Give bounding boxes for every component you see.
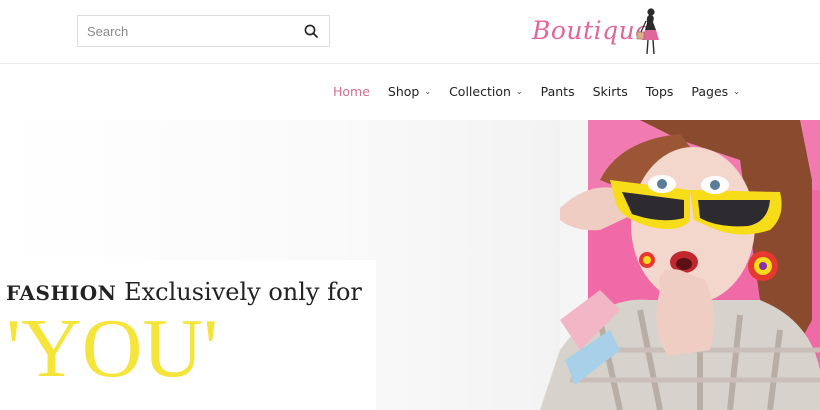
nav-item-pages[interactable]: Pages ⌄ <box>691 84 739 99</box>
hero-headline: 'YOU' <box>6 302 219 395</box>
hero-caption: FASHION Exclusively only for 'YOU' <box>0 260 376 410</box>
nav-item-tops[interactable]: Tops <box>646 84 674 99</box>
nav-item-label: Skirts <box>592 84 628 99</box>
chevron-down-icon: ⌄ <box>733 87 740 96</box>
nav-item-collection[interactable]: Collection ⌄ <box>449 84 523 99</box>
nav-item-label: Shop <box>387 84 420 99</box>
nav-item-shop[interactable]: Shop ⌄ <box>388 84 431 99</box>
chevron-down-icon: ⌄ <box>515 87 523 96</box>
nav-list: Home Shop ⌄ Collection ⌄ Pants Skirts Tops Pages… <box>333 84 758 99</box>
nav-item-home[interactable]: Home <box>333 84 370 99</box>
nav-item-label: Pants <box>540 84 575 99</box>
main-nav: Home Shop ⌄ Collection ⌄ Pants Skirts Tops Pages… <box>0 64 820 120</box>
hero-banner[interactable]: FASHION Exclusively only for 'YOU' <box>0 120 820 410</box>
site-logo[interactable]: Boutique <box>528 6 663 58</box>
site-header: Boutique <box>0 0 820 63</box>
search-box[interactable] <box>77 15 330 47</box>
nav-item-pants[interactable]: Pants <box>541 84 575 99</box>
nav-item-label: Home <box>333 84 370 99</box>
nav-item-label: Pages <box>691 84 729 99</box>
nav-item-label: Tops <box>645 84 674 99</box>
search-icon[interactable] <box>304 24 318 38</box>
nav-item-skirts[interactable]: Skirts <box>593 84 628 99</box>
chevron-down-icon: ⌄ <box>424 87 432 96</box>
woman-silhouette-icon <box>636 8 659 55</box>
search-input[interactable] <box>78 16 293 46</box>
nav-item-label: Collection <box>449 84 511 99</box>
